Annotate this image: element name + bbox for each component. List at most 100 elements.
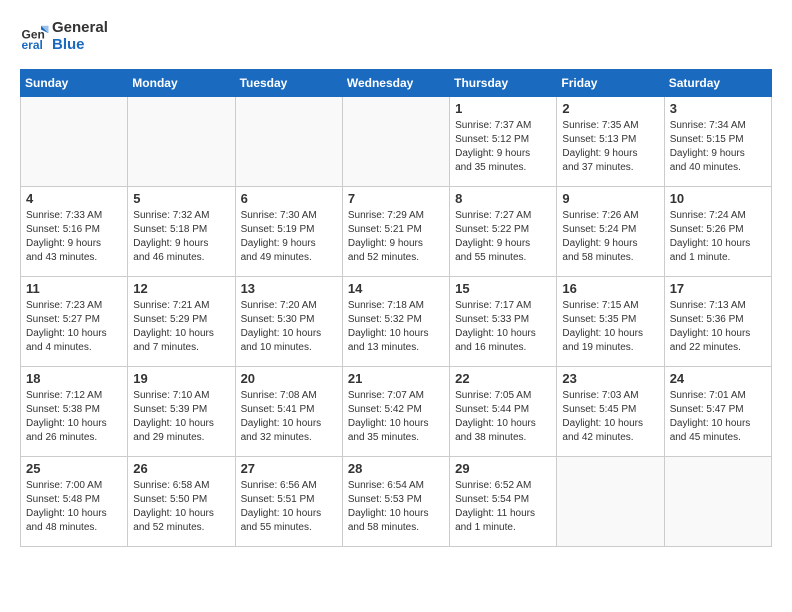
day-of-week-header: Thursday — [450, 70, 557, 97]
logo-line1: General — [52, 20, 108, 37]
day-info: Sunrise: 7:26 AM Sunset: 5:24 PM Dayligh… — [562, 209, 658, 265]
svg-text:eral: eral — [22, 38, 43, 52]
calendar-cell: 6 Sunrise: 7:30 AM Sunset: 5:19 PM Daylig… — [235, 187, 342, 277]
day-of-week-header: Tuesday — [235, 70, 342, 97]
day-info: Sunrise: 7:32 AM Sunset: 5:18 PM Dayligh… — [133, 209, 229, 265]
day-number: 10 — [670, 191, 766, 206]
day-info: Sunrise: 7:12 AM Sunset: 5:38 PM Dayligh… — [26, 389, 122, 445]
day-number: 11 — [26, 281, 122, 296]
day-info: Sunrise: 7:37 AM Sunset: 5:12 PM Dayligh… — [455, 119, 551, 175]
day-number: 23 — [562, 371, 658, 386]
day-of-week-header: Sunday — [21, 70, 128, 97]
day-info: Sunrise: 6:58 AM Sunset: 5:50 PM Dayligh… — [133, 479, 229, 535]
day-number: 3 — [670, 101, 766, 116]
calendar-week-row: 18 Sunrise: 7:12 AM Sunset: 5:38 PM Dayli… — [21, 367, 772, 457]
calendar-header-row: SundayMondayTuesdayWednesdayThursdayFrid… — [21, 70, 772, 97]
day-number: 1 — [455, 101, 551, 116]
calendar-cell — [342, 97, 449, 187]
day-number: 6 — [241, 191, 337, 206]
calendar-cell: 18 Sunrise: 7:12 AM Sunset: 5:38 PM Dayli… — [21, 367, 128, 457]
day-info: Sunrise: 7:00 AM Sunset: 5:48 PM Dayligh… — [26, 479, 122, 535]
calendar-cell: 2 Sunrise: 7:35 AM Sunset: 5:13 PM Daylig… — [557, 97, 664, 187]
day-number: 12 — [133, 281, 229, 296]
logo-icon: Gen eral — [20, 22, 50, 52]
calendar-cell: 9 Sunrise: 7:26 AM Sunset: 5:24 PM Daylig… — [557, 187, 664, 277]
day-number: 16 — [562, 281, 658, 296]
calendar-cell: 10 Sunrise: 7:24 AM Sunset: 5:26 PM Dayli… — [664, 187, 771, 277]
calendar-cell: 7 Sunrise: 7:29 AM Sunset: 5:21 PM Daylig… — [342, 187, 449, 277]
day-number: 14 — [348, 281, 444, 296]
calendar-week-row: 4 Sunrise: 7:33 AM Sunset: 5:16 PM Daylig… — [21, 187, 772, 277]
day-info: Sunrise: 7:07 AM Sunset: 5:42 PM Dayligh… — [348, 389, 444, 445]
calendar-cell: 8Sunrise: 7:27 AM Sunset: 5:22 PM Daylig… — [450, 187, 557, 277]
calendar-week-row: 25 Sunrise: 7:00 AM Sunset: 5:48 PM Dayli… — [21, 457, 772, 547]
day-number: 29 — [455, 461, 551, 476]
day-of-week-header: Saturday — [664, 70, 771, 97]
day-info: Sunrise: 7:33 AM Sunset: 5:16 PM Dayligh… — [26, 209, 122, 265]
day-of-week-header: Wednesday — [342, 70, 449, 97]
day-info: Sunrise: 7:24 AM Sunset: 5:26 PM Dayligh… — [670, 209, 766, 265]
day-of-week-header: Monday — [128, 70, 235, 97]
day-info: Sunrise: 7:18 AM Sunset: 5:32 PM Dayligh… — [348, 299, 444, 355]
day-info: Sunrise: 7:01 AM Sunset: 5:47 PM Dayligh… — [670, 389, 766, 445]
calendar-cell — [128, 97, 235, 187]
day-number: 4 — [26, 191, 122, 206]
calendar-cell: 14 Sunrise: 7:18 AM Sunset: 5:32 PM Dayli… — [342, 277, 449, 367]
day-number: 27 — [241, 461, 337, 476]
day-info: Sunrise: 7:10 AM Sunset: 5:39 PM Dayligh… — [133, 389, 229, 445]
day-number: 21 — [348, 371, 444, 386]
day-number: 5 — [133, 191, 229, 206]
day-number: 20 — [241, 371, 337, 386]
day-info: Sunrise: 7:27 AM Sunset: 5:22 PM Dayligh… — [455, 209, 551, 265]
day-number: 25 — [26, 461, 122, 476]
day-number: 17 — [670, 281, 766, 296]
calendar-cell: 27 Sunrise: 6:56 AM Sunset: 5:51 PM Dayli… — [235, 457, 342, 547]
calendar-cell — [21, 97, 128, 187]
calendar-cell: 15 Sunrise: 7:17 AM Sunset: 5:33 PM Dayli… — [450, 277, 557, 367]
page-header: Gen eral General Blue — [20, 20, 772, 53]
day-number: 2 — [562, 101, 658, 116]
calendar-cell: 13Sunrise: 7:20 AM Sunset: 5:30 PM Dayli… — [235, 277, 342, 367]
day-info: Sunrise: 7:30 AM Sunset: 5:19 PM Dayligh… — [241, 209, 337, 265]
calendar-cell: 25 Sunrise: 7:00 AM Sunset: 5:48 PM Dayli… — [21, 457, 128, 547]
calendar-cell: 26 Sunrise: 6:58 AM Sunset: 5:50 PM Dayli… — [128, 457, 235, 547]
calendar-cell — [557, 457, 664, 547]
calendar-cell — [664, 457, 771, 547]
calendar-cell: 21 Sunrise: 7:07 AM Sunset: 5:42 PM Dayli… — [342, 367, 449, 457]
calendar-cell — [235, 97, 342, 187]
day-of-week-header: Friday — [557, 70, 664, 97]
logo: Gen eral General Blue — [20, 20, 108, 53]
day-info: Sunrise: 7:13 AM Sunset: 5:36 PM Dayligh… — [670, 299, 766, 355]
calendar-cell: 24Sunrise: 7:01 AM Sunset: 5:47 PM Dayli… — [664, 367, 771, 457]
day-info: Sunrise: 7:23 AM Sunset: 5:27 PM Dayligh… — [26, 299, 122, 355]
calendar-cell: 16 Sunrise: 7:15 AM Sunset: 5:35 PM Dayli… — [557, 277, 664, 367]
calendar-cell: 11 Sunrise: 7:23 AM Sunset: 5:27 PM Dayli… — [21, 277, 128, 367]
day-info: Sunrise: 7:03 AM Sunset: 5:45 PM Dayligh… — [562, 389, 658, 445]
day-number: 15 — [455, 281, 551, 296]
calendar-cell: 29 Sunrise: 6:52 AM Sunset: 5:54 PM Dayli… — [450, 457, 557, 547]
day-info: Sunrise: 6:52 AM Sunset: 5:54 PM Dayligh… — [455, 479, 551, 535]
day-number: 26 — [133, 461, 229, 476]
day-info: Sunrise: 7:17 AM Sunset: 5:33 PM Dayligh… — [455, 299, 551, 355]
calendar-cell: 28Sunrise: 6:54 AM Sunset: 5:53 PM Dayli… — [342, 457, 449, 547]
day-info: Sunrise: 7:05 AM Sunset: 5:44 PM Dayligh… — [455, 389, 551, 445]
day-info: Sunrise: 7:15 AM Sunset: 5:35 PM Dayligh… — [562, 299, 658, 355]
day-number: 22 — [455, 371, 551, 386]
calendar-cell: 12Sunrise: 7:21 AM Sunset: 5:29 PM Dayli… — [128, 277, 235, 367]
day-info: Sunrise: 6:56 AM Sunset: 5:51 PM Dayligh… — [241, 479, 337, 535]
day-number: 9 — [562, 191, 658, 206]
day-number: 7 — [348, 191, 444, 206]
calendar-cell: 23 Sunrise: 7:03 AM Sunset: 5:45 PM Dayli… — [557, 367, 664, 457]
day-info: Sunrise: 6:54 AM Sunset: 5:53 PM Dayligh… — [348, 479, 444, 535]
day-number: 19 — [133, 371, 229, 386]
calendar-week-row: 1 Sunrise: 7:37 AM Sunset: 5:12 PM Daylig… — [21, 97, 772, 187]
calendar-cell: 1 Sunrise: 7:37 AM Sunset: 5:12 PM Daylig… — [450, 97, 557, 187]
day-number: 18 — [26, 371, 122, 386]
calendar-cell: 19 Sunrise: 7:10 AM Sunset: 5:39 PM Dayli… — [128, 367, 235, 457]
day-number: 13 — [241, 281, 337, 296]
day-info: Sunrise: 7:35 AM Sunset: 5:13 PM Dayligh… — [562, 119, 658, 175]
calendar-week-row: 11 Sunrise: 7:23 AM Sunset: 5:27 PM Dayli… — [21, 277, 772, 367]
calendar-cell: 3Sunrise: 7:34 AM Sunset: 5:15 PM Daylig… — [664, 97, 771, 187]
calendar-cell: 4 Sunrise: 7:33 AM Sunset: 5:16 PM Daylig… — [21, 187, 128, 277]
day-info: Sunrise: 7:29 AM Sunset: 5:21 PM Dayligh… — [348, 209, 444, 265]
